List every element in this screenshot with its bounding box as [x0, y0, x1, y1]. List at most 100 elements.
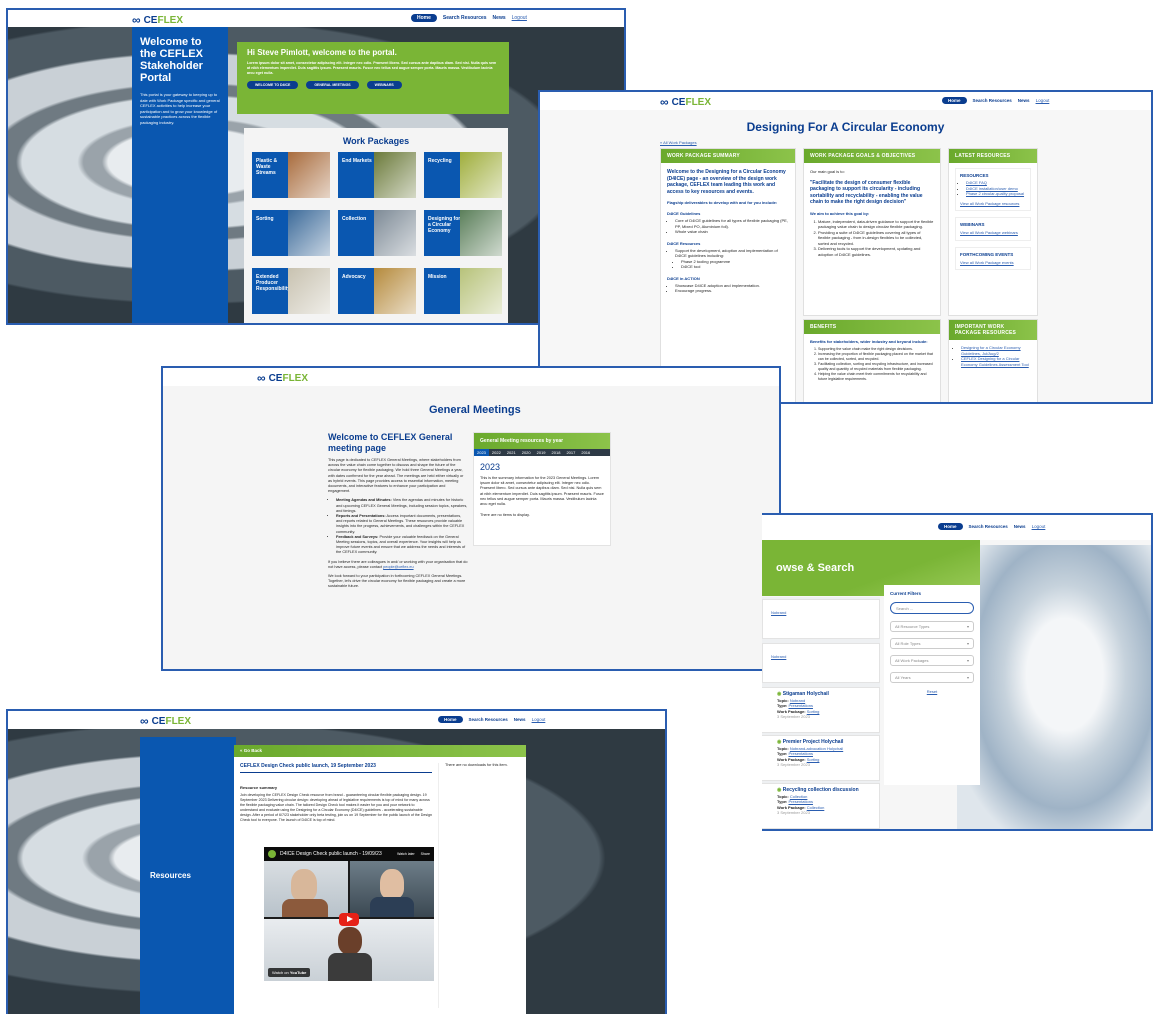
important-link[interactable]: Designing for a Circular Economy Guideli…	[961, 345, 1021, 356]
nav-news[interactable]: News	[1014, 524, 1026, 529]
topic-link[interactable]: Nobrand	[771, 610, 786, 616]
participant-tile-2	[350, 861, 434, 917]
top-navbar: ∞ CEFLEX Home Search Resources News Logo…	[540, 92, 1151, 110]
watch-on-youtube[interactable]: Watch on YouTube	[268, 968, 311, 977]
year-tab[interactable]: 2017	[563, 449, 578, 456]
nav-logout[interactable]: Logout	[1032, 524, 1046, 529]
benefits-intro: Benefits for stakeholders, wider industr…	[810, 339, 928, 344]
year-tab[interactable]: 2021	[504, 449, 519, 456]
brand-logo[interactable]: ∞ CEFLEX	[140, 714, 191, 728]
year-tab[interactable]: 2020	[519, 449, 534, 456]
resource-card[interactable]: Nobrand	[762, 643, 880, 683]
brand-logo[interactable]: ∞ CEFLEX	[257, 371, 308, 385]
nav-search-resources[interactable]: Search Resources	[469, 717, 508, 722]
nav-news[interactable]: News	[1018, 98, 1030, 103]
year-tab[interactable]: 2023	[474, 449, 489, 456]
reset-link[interactable]: Reset	[890, 689, 974, 694]
important-link[interactable]: CEFLEX Designing for a Circular Economy …	[961, 356, 1029, 367]
page-title: owse & Search	[776, 562, 855, 574]
benefits-list: Supporting the value chain make the righ…	[818, 347, 934, 382]
nav-search-resources[interactable]: Search Resources	[973, 98, 1012, 103]
infinity-icon: ∞	[132, 13, 141, 27]
year-tab[interactable]: 2018	[549, 449, 564, 456]
nav-logout[interactable]: Logout	[1036, 98, 1050, 103]
resource-type-select[interactable]: All Resource Types ▾	[890, 621, 974, 632]
year-select[interactable]: All Years ▾	[890, 672, 974, 683]
view-all-webinars-link[interactable]: View all Work Package webinars	[960, 230, 1026, 236]
brand-logo[interactable]: ∞ CEFLEX	[132, 13, 183, 27]
action-list: Showcase D4ICE adoption and implementati…	[675, 283, 789, 294]
resource-link[interactable]: D4ICE installation/user demo	[966, 186, 1018, 191]
work-package-image	[287, 152, 330, 198]
nav-home[interactable]: Home	[942, 97, 967, 104]
brand-logo[interactable]: ∞ CEFLEX	[660, 95, 711, 109]
view-all-events-link[interactable]: View all Work Package events	[960, 260, 1026, 266]
summary-label: Resource summary	[240, 785, 278, 790]
webinars-button[interactable]: WEBINARS	[366, 81, 402, 89]
view-all-resources-link[interactable]: View all Work Package resources	[960, 201, 1026, 207]
resource-article: « Go Back CEFLEX Design Check public lau…	[234, 745, 526, 1014]
general-meetings-button[interactable]: GENERAL MEETINGS	[306, 81, 359, 89]
nav-news[interactable]: News	[493, 15, 506, 21]
meetings-bullets: Meeting Agendas and Minutes: View the ag…	[336, 498, 468, 555]
summary-text: Join developing the CEFLEX Design Check …	[240, 793, 432, 822]
nav-search-resources[interactable]: Search Resources	[443, 15, 487, 21]
list-item: Core of D4ICE guidelines for all types o…	[675, 218, 789, 229]
resource-card[interactable]: ◉ Recycling collection discussion Topic:…	[762, 783, 880, 829]
work-package-select[interactable]: All Work Packages ▾	[890, 655, 974, 666]
topic-link[interactable]: Nobrand	[771, 654, 786, 660]
nav-home[interactable]: Home	[411, 14, 437, 22]
welcome-d4ice-button[interactable]: WELCOME TO D4ICE	[247, 81, 299, 89]
nav-logout[interactable]: Logout	[512, 15, 527, 21]
nav-home[interactable]: Home	[938, 523, 963, 530]
resource-card[interactable]: Nobrand	[762, 599, 880, 639]
resource-links: D4ICE FAQ D4ICE installation/user demo P…	[966, 180, 1026, 197]
work-package-label: End Markets	[342, 158, 372, 164]
resource-link[interactable]: D4ICE FAQ	[966, 180, 987, 185]
role-type-select[interactable]: All Role Types ▾	[890, 638, 974, 649]
video-embed[interactable]: D4ICE Design Check public launch - 19/09…	[264, 847, 434, 981]
work-package-label: Extended Producer Responsibility	[256, 274, 291, 292]
goals-head: WORK PACKAGE GOALS & OBJECTIVES	[804, 149, 940, 163]
chevron-down-icon: ▾	[966, 658, 969, 663]
work-package-label: Collection	[342, 216, 367, 222]
resource-card[interactable]: ◉ Stigaman Holychail Topic: Nobrand Type…	[762, 687, 880, 733]
share-button[interactable]: Share	[421, 852, 430, 856]
work-package-tile[interactable]: Advocacy	[338, 268, 416, 314]
nav-home[interactable]: Home	[438, 716, 463, 723]
play-icon[interactable]	[339, 913, 359, 926]
nav-news[interactable]: News	[514, 717, 526, 722]
work-package-tile[interactable]: Extended Producer Responsibility	[252, 268, 330, 314]
welcome-title: Hi Steve Pimlott, welcome to the portal.	[247, 48, 397, 57]
nav-search-resources[interactable]: Search Resources	[969, 524, 1008, 529]
year-tab[interactable]: 2016	[578, 449, 593, 456]
work-package-tile[interactable]: Plastic & Waste Streams	[252, 152, 330, 198]
video-header: D4ICE Design Check public launch - 19/09…	[264, 847, 434, 861]
nav-logout[interactable]: Logout	[532, 717, 546, 722]
work-package-tile[interactable]: Sorting	[252, 210, 330, 256]
resource-icon: ◉	[777, 739, 782, 745]
breadcrumb[interactable]: « All Work Packages	[660, 140, 697, 145]
year-tab[interactable]: 2019	[534, 449, 549, 456]
work-package-tile[interactable]: Collection	[338, 210, 416, 256]
main-nav: Home Search Resources News Logout	[411, 14, 527, 22]
no-downloads-text: There are no downloads for this item.	[445, 763, 508, 767]
year-tab[interactable]: 2022	[489, 449, 504, 456]
list-item: Facilitating collection, sorting and rec…	[818, 362, 934, 372]
contact-email-link[interactable]: people@ceflex.eu	[383, 565, 413, 569]
work-package-tile[interactable]: Designing for a Circular Economy	[424, 210, 502, 256]
watch-later-button[interactable]: Watch later	[397, 852, 415, 856]
list-item: D4ICE tool	[681, 264, 789, 270]
work-package-tile[interactable]: End Markets	[338, 152, 416, 198]
resources-title: RESOURCES	[960, 173, 989, 178]
work-package-tile[interactable]: Recycling	[424, 152, 502, 198]
work-package-tile[interactable]: Mission	[424, 268, 502, 314]
search-input[interactable]: Search ...	[890, 602, 974, 614]
resource-card[interactable]: ◉ Premier Project Holychail Topic: Nobra…	[762, 735, 880, 781]
resource-link[interactable]: Phase 2 circular-quality proposal	[966, 191, 1024, 196]
year-panel-head: General Meeting resources by year	[474, 433, 610, 449]
person-avatar	[380, 869, 404, 899]
go-back-link[interactable]: « Go Back	[240, 748, 262, 753]
list-item: Encourage progress.	[675, 288, 789, 294]
work-package-label: Mission	[428, 274, 447, 280]
